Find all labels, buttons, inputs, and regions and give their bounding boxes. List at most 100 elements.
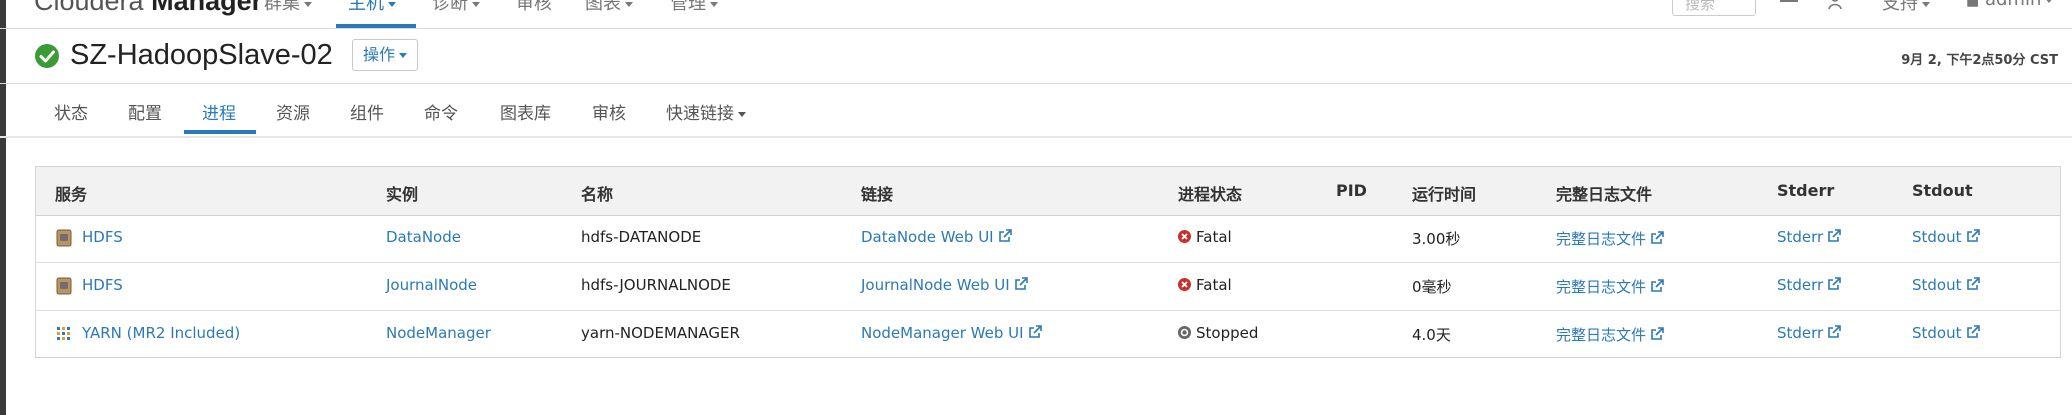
external-link-icon [1028,325,1042,338]
column-header-stdout[interactable]: Stdout [1912,181,1973,200]
nav-admin[interactable]: 管理 [670,0,718,15]
external-link-icon [998,229,1012,242]
chevron-down-icon [1922,1,1930,7]
external-link-icon [1966,277,1980,290]
web-ui-link-label: DataNode Web UI [861,228,994,246]
nav-support-label: 支持 [1882,0,1918,14]
nav-active-indicator [336,24,416,28]
brand-logo[interactable]: Cloudera Manager [34,0,262,17]
service-link[interactable]: HDFS [82,228,123,246]
nav-charts[interactable]: 图表 [585,0,633,15]
chevron-down-icon [399,53,408,58]
chevron-down-icon [2045,0,2054,3]
column-header-pid[interactable]: PID [1336,181,1367,200]
full-log-link[interactable]: 完整日志文件 [1556,276,1664,297]
actions-button-label: 操作 [363,45,396,64]
full-log-label: 完整日志文件 [1556,278,1647,296]
tab-components[interactable]: 组件 [350,99,384,124]
hdfs-icon [56,277,72,295]
column-header-instance[interactable]: 实例 [386,181,418,205]
process-status: Fatal [1178,228,1232,246]
web-ui-link-label: JournalNode Web UI [861,276,1010,294]
actions-button[interactable]: 操作 [352,39,419,71]
host-tabs: 状态 配置 进程 资源 组件 命令 图表库 审核 快速链接 [0,84,2072,138]
column-header-status[interactable]: 进程状态 [1178,181,1242,205]
user-icon: ■ [1966,0,1980,9]
external-link-icon [1828,277,1842,290]
role-name: hdfs-DATANODE [581,228,702,246]
chevron-down-icon [710,1,718,7]
stdout-link[interactable]: Stdout [1912,324,1980,342]
nav-clusters-label: 群集 [264,0,300,14]
process-status: Fatal [1178,276,1232,294]
search-input[interactable]: 搜索 [1672,0,1756,16]
external-link-icon [1651,231,1664,244]
web-ui-link[interactable]: JournalNode Web UI [861,276,1028,294]
tab-quick-links-label: 快速链接 [666,104,734,124]
stderr-link[interactable]: Stderr [1777,324,1842,342]
process-status-label: Stopped [1196,324,1259,342]
nav-clusters[interactable]: 群集 [264,0,312,15]
full-log-label: 完整日志文件 [1556,230,1647,248]
uptime-value: 4.0天 [1412,326,1451,344]
chevron-down-icon [472,1,480,7]
stopped-icon [1178,326,1191,339]
yarn-icon [57,327,70,340]
role-name: yarn-NODEMANAGER [581,324,740,342]
stdout-label: Stdout [1912,228,1962,246]
instance-link[interactable]: DataNode [386,228,461,246]
chevron-down-icon [304,1,312,7]
tab-audits[interactable]: 审核 [592,99,626,124]
users-icon[interactable] [1828,0,1846,10]
full-log-link[interactable]: 完整日志文件 [1556,228,1664,249]
stdout-link[interactable]: Stdout [1912,228,1980,246]
instance-link[interactable]: JournalNode [386,276,477,294]
uptime-value: 0毫秒 [1412,278,1452,296]
tab-active-indicator [184,130,256,134]
service-link[interactable]: YARN (MR2 Included) [82,324,240,342]
tab-status[interactable]: 状态 [54,99,88,124]
table-row: HDFS DataNode hdfs-DATANODE DataNode Web… [36,215,2060,263]
nav-user-menu[interactable]: ■ admin [1966,0,2054,10]
process-status-label: Fatal [1196,228,1232,246]
process-status-label: Fatal [1196,276,1232,294]
error-icon [1178,230,1191,243]
nav-user-label: admin [1985,0,2041,10]
tab-chart-library[interactable]: 图表库 [500,99,551,124]
column-header-name[interactable]: 名称 [581,181,613,205]
full-log-link[interactable]: 完整日志文件 [1556,324,1664,345]
nav-support[interactable]: 支持 [1882,0,1930,15]
service-link[interactable]: HDFS [82,276,123,294]
tab-resources[interactable]: 资源 [276,99,310,124]
instance-link[interactable]: NodeManager [386,324,491,342]
tab-commands[interactable]: 命令 [424,99,458,124]
column-header-link[interactable]: 链接 [861,181,893,205]
tab-configuration[interactable]: 配置 [128,99,162,124]
grid-icon[interactable] [1780,0,1798,10]
hdfs-icon [56,229,72,247]
nav-hosts[interactable]: 主机 [348,0,396,15]
nav-diagnostics[interactable]: 诊断 [432,0,480,15]
stderr-link[interactable]: Stderr [1777,276,1842,294]
column-header-service[interactable]: 服务 [55,181,87,205]
chevron-down-icon [388,1,396,7]
nav-diagnostics-label: 诊断 [432,0,468,14]
page-title: SZ-HadoopSlave-02 [70,39,333,71]
column-header-full-log[interactable]: 完整日志文件 [1556,181,1652,205]
web-ui-link[interactable]: NodeManager Web UI [861,324,1042,342]
nav-hosts-label: 主机 [348,0,384,14]
stderr-link[interactable]: Stderr [1777,228,1842,246]
table-row: YARN (MR2 Included) NodeManager yarn-NOD… [36,311,2060,358]
nav-audits[interactable]: 审核 [516,0,552,15]
column-header-uptime[interactable]: 运行时间 [1412,181,1476,205]
external-link-icon [1966,325,1980,338]
stdout-link[interactable]: Stdout [1912,276,1980,294]
tab-quick-links[interactable]: 快速链接 [666,99,746,124]
role-name: hdfs-JOURNALNODE [581,276,731,294]
external-link-icon [1651,279,1664,292]
table-row: HDFS JournalNode hdfs-JOURNALNODE Journa… [36,263,2060,311]
stderr-label: Stderr [1777,324,1824,342]
column-header-stderr[interactable]: Stderr [1777,181,1834,200]
tab-processes[interactable]: 进程 [202,99,236,124]
web-ui-link[interactable]: DataNode Web UI [861,228,1012,246]
